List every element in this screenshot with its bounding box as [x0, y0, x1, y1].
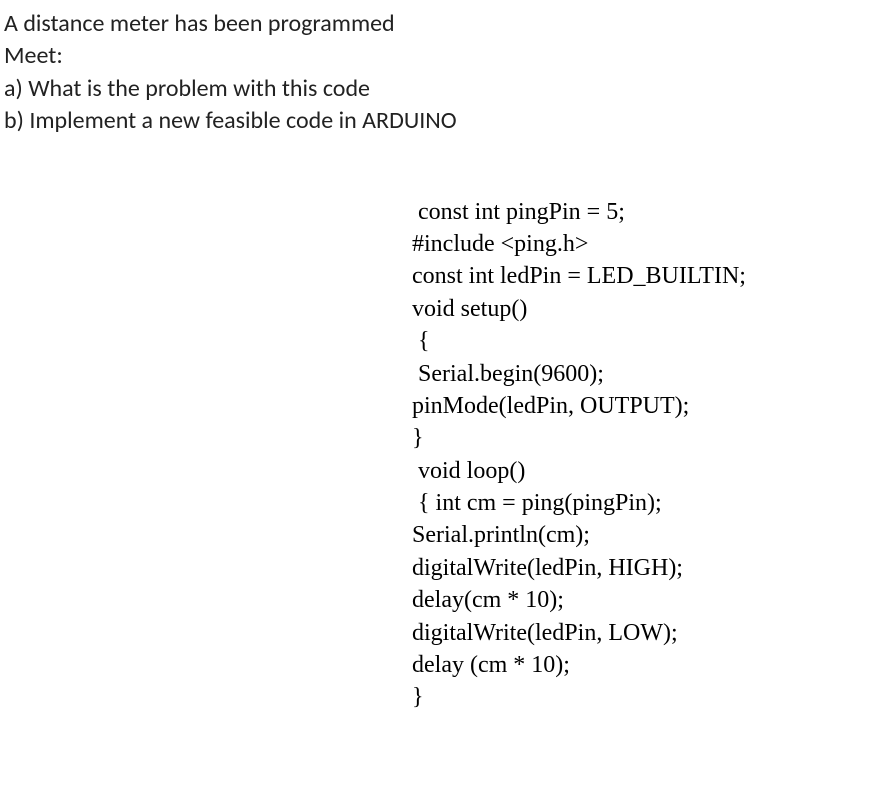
code-line: Serial.begin(9600); [412, 358, 876, 390]
code-line: const int pingPin = 5; [412, 196, 876, 228]
question-line-3: a) What is the problem with this code [4, 73, 876, 105]
code-line: const int ledPin = LED_BUILTIN; [412, 260, 876, 292]
question-line-4: b) Implement a new feasible code in ARDU… [4, 105, 876, 137]
code-line: delay (cm * 10); [412, 649, 876, 681]
code-line: digitalWrite(ledPin, HIGH); [412, 552, 876, 584]
code-snippet: const int pingPin = 5; #include <ping.h>… [412, 196, 876, 714]
question-line-1: A distance meter has been programmed [4, 8, 876, 40]
code-line: { [412, 325, 876, 357]
code-line: } [412, 681, 876, 713]
code-line: { int cm = ping(pingPin); [412, 487, 876, 519]
code-line: digitalWrite(ledPin, LOW); [412, 617, 876, 649]
question-prompt: A distance meter has been programmed Mee… [4, 8, 876, 138]
code-line: } [412, 422, 876, 454]
code-line: void setup() [412, 293, 876, 325]
code-line: void loop() [412, 455, 876, 487]
code-line: #include <ping.h> [412, 228, 876, 260]
code-line: delay(cm * 10); [412, 584, 876, 616]
code-line: Serial.println(cm); [412, 519, 876, 551]
code-line: pinMode(ledPin, OUTPUT); [412, 390, 876, 422]
question-line-2: Meet: [4, 40, 876, 72]
